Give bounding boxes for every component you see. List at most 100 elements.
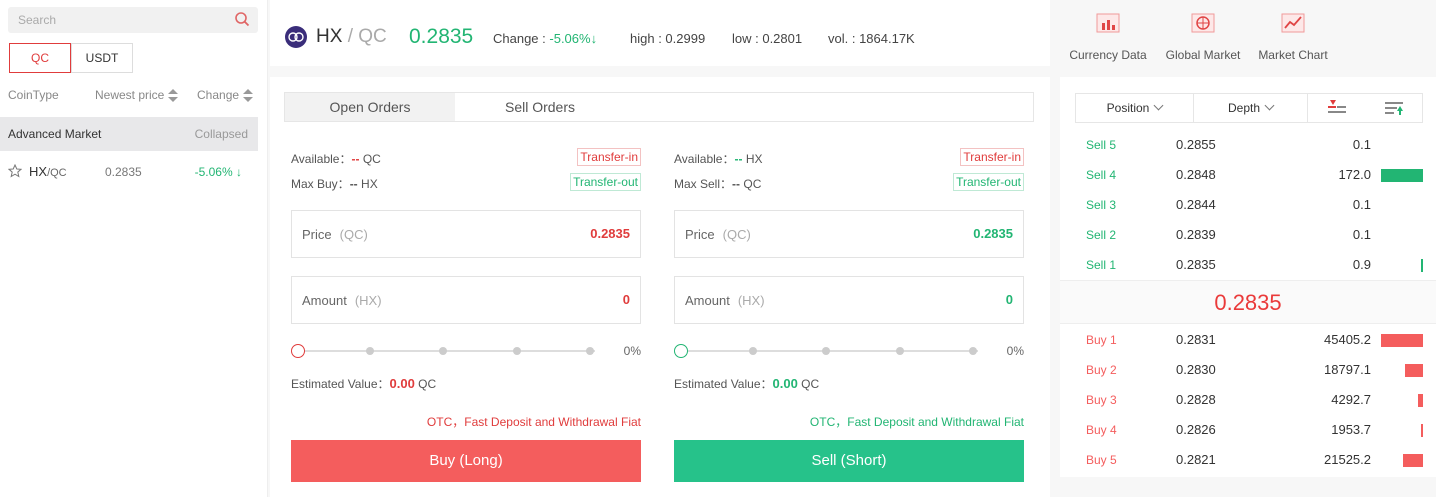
slider-step[interactable] [749, 347, 757, 355]
show-buy-orders-button[interactable] [1366, 94, 1424, 122]
coin-price: 0.2835 [105, 165, 142, 179]
ticker-header: HX / QC 0.2835 Change : -5.06%↓ high : 0… [270, 0, 1050, 66]
bid-row[interactable]: Buy 2 0.2830 18797.1 [1060, 355, 1436, 385]
ask-row[interactable]: Sell 4 0.2848 172.0 [1060, 160, 1436, 190]
column-coin-type: CoinType [8, 88, 59, 102]
hx-logo-icon [285, 26, 307, 48]
slider-step[interactable] [822, 347, 830, 355]
amount-slider[interactable]: 0% [291, 342, 641, 362]
bid-label: Buy 3 [1086, 393, 1117, 407]
change-value: -5.06% [549, 31, 591, 46]
ask-price[interactable]: 0.2844 [1176, 197, 1216, 212]
tab-sell-orders[interactable]: Sell Orders [455, 93, 625, 121]
bid-price[interactable]: 0.2826 [1176, 422, 1216, 437]
bid-row[interactable]: Buy 4 0.2826 1953.7 [1060, 415, 1436, 445]
ask-row[interactable]: Sell 3 0.2844 0.1 [1060, 190, 1436, 220]
position-dropdown[interactable]: Position [1076, 94, 1194, 122]
bid-price[interactable]: 0.2821 [1176, 452, 1216, 467]
ask-row[interactable]: Sell 1 0.2835 0.9 [1060, 250, 1436, 280]
ask-label: Sell 1 [1086, 258, 1117, 272]
slider-step[interactable] [896, 347, 904, 355]
transfer-in-button[interactable]: Transfer-in [577, 148, 641, 166]
advanced-market-section[interactable]: Advanced Market Collapsed [0, 117, 258, 151]
slider-handle[interactable] [291, 344, 305, 358]
ask-depth-bar [1421, 259, 1423, 272]
last-price: 0.2835 [409, 25, 474, 48]
amount-unit: (HX) [354, 293, 382, 308]
amount-input[interactable]: Amount (HX) 0 [291, 276, 641, 324]
slider-step[interactable] [439, 347, 447, 355]
bid-price[interactable]: 0.2830 [1176, 362, 1216, 377]
price-label: Price (QC) [685, 227, 751, 242]
otc-link[interactable]: OTC，Fast Deposit and Withdrawal Fiat [427, 413, 641, 430]
estimated-amount: 0.00 [389, 376, 415, 391]
low-stat: low : 0.2801 [732, 31, 803, 46]
tab-open-orders[interactable]: Open Orders [285, 93, 455, 121]
max-sell-row: Max Sell：-- QC [674, 175, 761, 192]
transfer-in-button[interactable]: Transfer-in [960, 148, 1024, 166]
max-label: Max Sell： [674, 177, 733, 191]
column-newest-price[interactable]: Newest price [95, 88, 179, 103]
ask-price[interactable]: 0.2835 [1176, 257, 1216, 272]
estimated-unit: QC [801, 377, 820, 391]
price-unit: (QC) [339, 227, 368, 242]
price-value[interactable]: 0.2835 [973, 226, 1013, 241]
ask-row[interactable]: Sell 5 0.2855 0.1 [1060, 130, 1436, 160]
global-market-link[interactable]: Global Market [1156, 10, 1250, 62]
max-label: Max Buy： [291, 177, 350, 191]
search-input[interactable]: Search [8, 7, 258, 33]
price-input[interactable]: Price (QC) 0.2835 [674, 210, 1024, 258]
slider-step[interactable] [366, 347, 374, 355]
bid-label: Buy 2 [1086, 363, 1117, 377]
market-row-hx[interactable]: HX/QC 0.2835 -5.06% ↓ [0, 152, 258, 192]
buy-button[interactable]: Buy (Long) [291, 440, 641, 482]
estimated-unit: QC [418, 377, 437, 391]
market-chart-link[interactable]: Market Chart [1250, 10, 1336, 62]
ask-depth-bar [1381, 169, 1423, 182]
ask-price[interactable]: 0.2848 [1176, 167, 1216, 182]
order-panel: Open Orders Sell Orders Available：-- QC … [270, 77, 1050, 497]
currency-data-link[interactable]: Currency Data [1060, 10, 1156, 62]
tab-usdt[interactable]: USDT [71, 43, 133, 73]
ask-price[interactable]: 0.2839 [1176, 227, 1216, 242]
otc-link[interactable]: OTC，Fast Deposit and Withdrawal Fiat [810, 413, 1024, 430]
section-collapse-toggle[interactable]: Collapsed [195, 127, 248, 141]
sort-icon[interactable] [243, 88, 254, 103]
pair-base: HX [316, 26, 343, 47]
available-unit: QC [362, 152, 381, 166]
transfer-out-button[interactable]: Transfer-out [953, 173, 1024, 191]
transfer-out-button[interactable]: Transfer-out [570, 173, 641, 191]
depth-dropdown[interactable]: Depth [1194, 94, 1308, 122]
order-tabs: Open Orders Sell Orders [284, 92, 1034, 122]
estimated-label: Estimated Value： [291, 377, 390, 391]
volume-stat: vol. : 1864.17K [828, 31, 915, 46]
bid-row[interactable]: Buy 5 0.2821 21525.2 [1060, 445, 1436, 475]
amount-slider[interactable]: 0% [674, 342, 1024, 362]
sort-icon[interactable] [168, 88, 179, 103]
price-label-text: Price [685, 227, 715, 242]
price-input[interactable]: Price (QC) 0.2835 [291, 210, 641, 258]
amount-value[interactable]: 0 [1006, 292, 1013, 307]
column-change[interactable]: Change [197, 88, 254, 103]
bid-row[interactable]: Buy 1 0.2831 45405.2 [1060, 325, 1436, 355]
slider-handle[interactable] [674, 344, 688, 358]
bid-price[interactable]: 0.2831 [1176, 332, 1216, 347]
search-icon[interactable] [234, 11, 250, 27]
ask-price[interactable]: 0.2855 [1176, 137, 1216, 152]
tab-qc[interactable]: QC [9, 43, 71, 73]
slider-step[interactable] [586, 347, 594, 355]
bid-depth-bar [1418, 394, 1423, 407]
bid-row[interactable]: Buy 3 0.2828 4292.7 [1060, 385, 1436, 415]
pair-quote: / QC [347, 26, 387, 47]
star-icon[interactable] [8, 164, 22, 178]
show-sell-orders-button[interactable] [1308, 94, 1366, 122]
price-value[interactable]: 0.2835 [590, 226, 630, 241]
sell-button[interactable]: Sell (Short) [674, 440, 1024, 482]
ask-row[interactable]: Sell 2 0.2839 0.1 [1060, 220, 1436, 250]
amount-label: Amount (HX) [685, 293, 765, 308]
amount-input[interactable]: Amount (HX) 0 [674, 276, 1024, 324]
slider-step[interactable] [513, 347, 521, 355]
slider-step[interactable] [969, 347, 977, 355]
amount-value[interactable]: 0 [623, 292, 630, 307]
bid-price[interactable]: 0.2828 [1176, 392, 1216, 407]
